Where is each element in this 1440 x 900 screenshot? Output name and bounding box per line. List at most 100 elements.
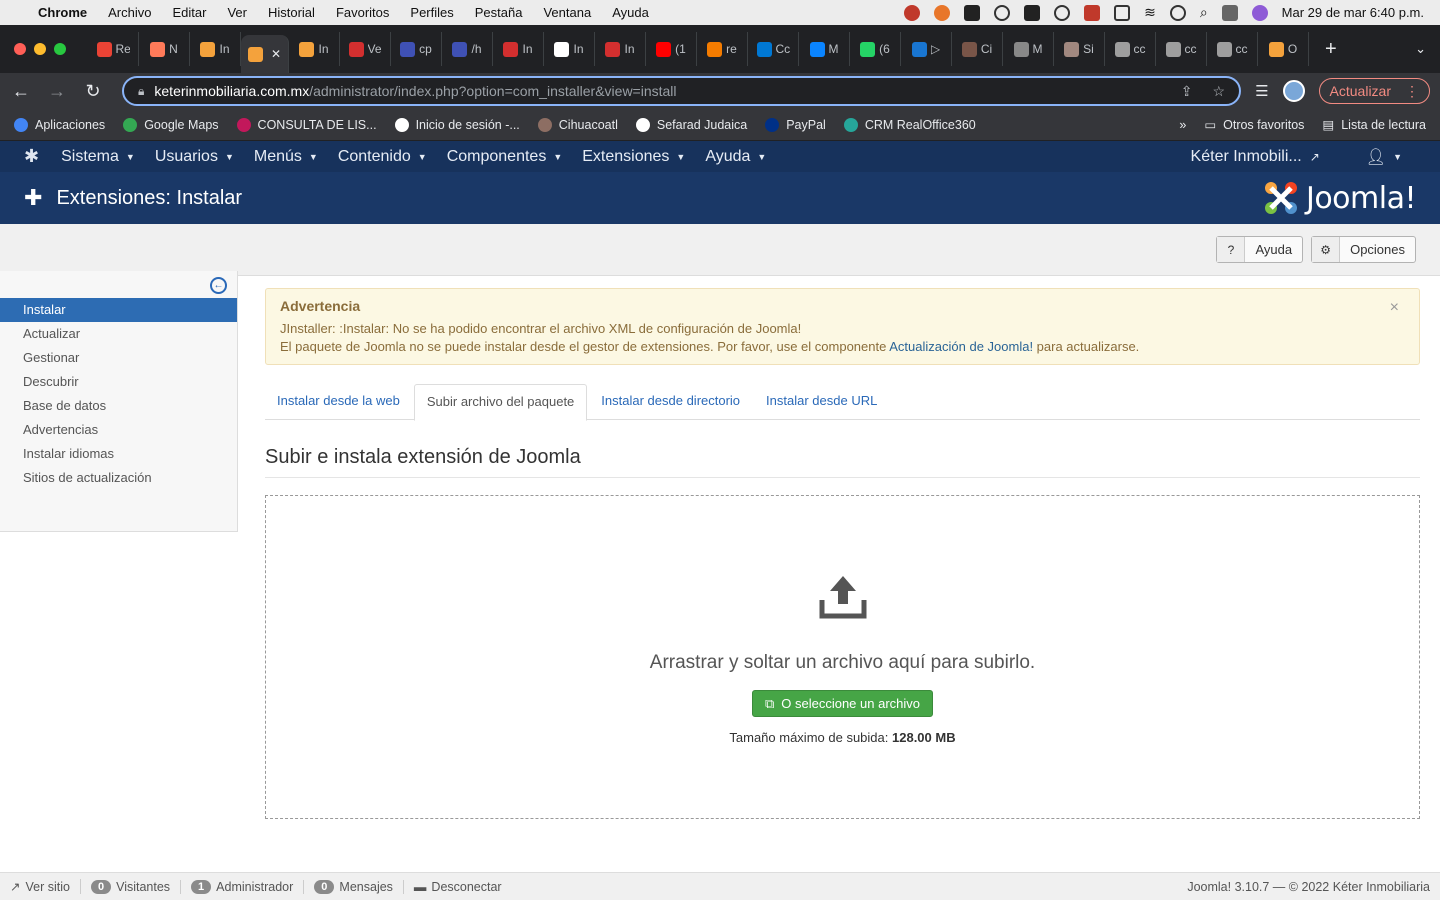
user-menu[interactable]: 👤︎ ▼ [1366, 147, 1402, 167]
menu-perfiles[interactable]: Perfiles [410, 5, 453, 20]
nav-usuarios[interactable]: Usuarios ▼ [155, 148, 234, 166]
menu-historial[interactable]: Historial [268, 5, 315, 20]
bookmark-item[interactable]: PayPal [765, 117, 826, 132]
browser-tab[interactable]: O [1258, 32, 1309, 66]
address-bar[interactable]: 🔒︎ keterinmobiliaria.com.mx/administrato… [122, 76, 1242, 106]
menubar-clock[interactable]: Mar 29 de mar 6:40 p.m. [1282, 5, 1424, 20]
sidebar-item[interactable]: Actualizar [0, 322, 237, 346]
sidebar-item[interactable]: Sitios de actualización [0, 466, 237, 490]
minimize-window-button[interactable] [34, 43, 46, 55]
browser-tab[interactable]: M [1003, 32, 1054, 66]
joomla-update-link[interactable]: Actualización de Joomla! [889, 339, 1033, 354]
tray-flag-icon[interactable] [1084, 4, 1101, 21]
bookmark-item[interactable]: Sefarad Judaica [635, 117, 747, 132]
select-file-button[interactable]: ⧉ O seleccione un archivo [751, 690, 934, 717]
bookmark-star-icon[interactable]: ☆ [1213, 83, 1226, 100]
browser-tab[interactable]: Ve [340, 32, 391, 66]
share-icon[interactable]: ⇪ [1181, 83, 1193, 100]
options-button[interactable]: ⚙ Opciones [1311, 236, 1416, 263]
browser-tab[interactable]: In [289, 32, 340, 66]
site-link[interactable]: Kéter Inmobili... ↗ [1191, 148, 1320, 166]
menu-favoritos[interactable]: Favoritos [336, 5, 389, 20]
tray-play-icon[interactable] [1054, 4, 1071, 21]
messages-status[interactable]: 0 Mensajes [304, 879, 404, 894]
tab-search-chevron-icon[interactable]: ⌄ [1415, 41, 1426, 57]
browser-tab[interactable]: cc [1207, 32, 1258, 66]
sidebar-item[interactable]: Base de datos [0, 394, 237, 418]
nav-contenido[interactable]: Contenido ▼ [338, 148, 427, 166]
sidebar-item[interactable]: Instalar [0, 298, 237, 322]
tray-app-icon[interactable] [904, 4, 921, 21]
nav-menus[interactable]: Menús ▼ [254, 148, 318, 166]
browser-tab[interactable]: cc [1156, 32, 1207, 66]
browser-tab[interactable]: ▷ [901, 32, 952, 66]
tray-m-icon[interactable] [1024, 4, 1041, 21]
view-site-link[interactable]: ↗ Ver sitio [10, 879, 81, 894]
browser-tab[interactable]: Re [88, 32, 139, 66]
joomla-home-icon[interactable]: ✱ [24, 146, 39, 167]
browser-tab[interactable]: cc [1105, 32, 1156, 66]
install-tab[interactable]: Subir archivo del paquete [413, 384, 588, 421]
tray-cloud-icon[interactable] [934, 4, 951, 21]
bookmark-item[interactable]: CRM RealOffice360 [843, 117, 976, 132]
menu-pestana[interactable]: Pestaña [475, 5, 523, 20]
browser-tab[interactable]: M [799, 32, 850, 66]
close-alert-icon[interactable]: × [1390, 299, 1399, 317]
browser-tab[interactable]: Ci [952, 32, 1003, 66]
user-icon[interactable] [1169, 4, 1186, 21]
reading-queue-icon[interactable]: ☰ [1255, 82, 1268, 100]
siri-icon[interactable] [1251, 4, 1268, 21]
bookmark-item[interactable]: Aplicaciones [14, 117, 105, 132]
new-tab-button[interactable]: + [1325, 38, 1337, 61]
sidebar-item[interactable]: Descubrir [0, 370, 237, 394]
browser-tab[interactable]: cp [391, 32, 442, 66]
nav-ayuda[interactable]: Ayuda ▼ [705, 148, 766, 166]
bookmark-item[interactable]: Inicio de sesión -... [394, 117, 520, 132]
back-button[interactable]: ← [10, 81, 32, 102]
browser-tab[interactable]: re [697, 32, 748, 66]
upload-dropzone[interactable]: Arrastrar y soltar un archivo aquí para … [265, 495, 1420, 819]
browser-tab[interactable]: ✕ [241, 35, 289, 73]
tray-cc-icon[interactable] [994, 4, 1011, 21]
browser-tab[interactable]: (6 [850, 32, 901, 66]
reading-list-button[interactable]: ▤ Lista de lectura [1322, 117, 1426, 133]
bookmarks-overflow-button[interactable]: » [1179, 118, 1186, 132]
menu-ver[interactable]: Ver [227, 5, 247, 20]
profile-avatar[interactable] [1282, 80, 1305, 102]
browser-tab[interactable]: In [190, 32, 241, 66]
help-button[interactable]: ? Ayuda [1216, 236, 1304, 263]
browser-tab[interactable]: In [595, 32, 646, 66]
install-tab[interactable]: Instalar desde directorio [589, 384, 752, 420]
control-center-icon[interactable] [1221, 4, 1238, 21]
browser-tab[interactable]: N [139, 32, 190, 66]
install-tab[interactable]: Instalar desde la web [265, 384, 412, 420]
menu-archivo[interactable]: Archivo [108, 5, 151, 20]
nav-componentes[interactable]: Componentes ▼ [447, 148, 563, 166]
browser-tab[interactable]: (1 [646, 32, 697, 66]
nav-extensiones[interactable]: Extensiones ▼ [582, 148, 685, 166]
menu-ayuda[interactable]: Ayuda [612, 5, 649, 20]
menu-editar[interactable]: Editar [172, 5, 206, 20]
sidebar-item[interactable]: Gestionar [0, 346, 237, 370]
browser-tab[interactable]: In [493, 32, 544, 66]
chrome-update-button[interactable]: Actualizar ⋮ [1318, 78, 1430, 104]
browser-tab[interactable]: In [544, 32, 595, 66]
other-bookmarks-folder[interactable]: ▭ Otros favoritos [1204, 117, 1304, 133]
spotlight-search-icon[interactable]: ⌕ [1200, 4, 1208, 21]
menu-ventana[interactable]: Ventana [543, 5, 591, 20]
browser-tab[interactable]: Si [1054, 32, 1105, 66]
wifi-icon[interactable]: ≋ [1144, 4, 1156, 21]
logout-link[interactable]: ▬ Desconectar [404, 880, 512, 894]
bookmark-item[interactable]: Google Maps [123, 117, 219, 132]
bookmark-item[interactable]: Cihuacoatl [537, 117, 618, 132]
tray-b-icon[interactable] [964, 4, 981, 21]
forward-button[interactable]: → [46, 81, 68, 102]
sidebar-item[interactable]: Advertencias [0, 418, 237, 442]
browser-tab[interactable]: /h [442, 32, 493, 66]
reload-button[interactable]: ↻ [82, 81, 104, 102]
bookmark-item[interactable]: CONSULTA DE LIS... [236, 117, 377, 132]
battery-icon[interactable] [1114, 4, 1131, 21]
menu-app-name[interactable]: Chrome [38, 5, 87, 20]
sidebar-item[interactable]: Instalar idiomas [0, 442, 237, 466]
close-window-button[interactable] [14, 43, 26, 55]
